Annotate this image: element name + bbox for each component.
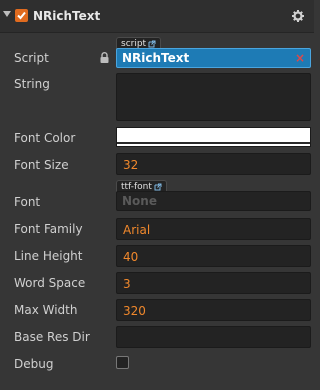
font-size-input[interactable]: 32 — [116, 153, 311, 175]
string-textarea[interactable] — [116, 73, 311, 121]
external-link-icon[interactable] — [148, 40, 156, 48]
external-link-icon[interactable] — [154, 183, 162, 191]
font-size-value: 32 — [123, 158, 139, 172]
line-height-input[interactable]: 40 — [116, 245, 311, 267]
lock-icon — [100, 52, 109, 63]
enable-checkbox[interactable] — [15, 9, 28, 22]
font-family-label: Font Family — [14, 222, 83, 236]
max-width-value: 320 — [123, 304, 146, 318]
font-asset-value: None — [122, 194, 157, 208]
base-res-dir-input[interactable] — [116, 326, 311, 348]
alpha-bar — [117, 142, 310, 144]
debug-checkbox[interactable] — [116, 356, 129, 369]
script-field[interactable]: NRichText × — [116, 48, 311, 68]
font-size-label: Font Size — [14, 158, 69, 172]
word-space-input[interactable]: 3 — [116, 272, 311, 294]
debug-label: Debug — [14, 357, 54, 371]
max-width-input[interactable]: 320 — [116, 299, 311, 321]
component-title: NRichText — [33, 9, 101, 23]
collapse-triangle-icon[interactable] — [3, 11, 11, 17]
font-label: Font — [14, 195, 41, 209]
font-color-swatch[interactable] — [116, 127, 311, 147]
component-header[interactable]: NRichText — [0, 0, 314, 33]
gear-icon[interactable] — [292, 10, 304, 22]
font-color-label: Font Color — [14, 131, 76, 145]
word-space-value: 3 — [123, 277, 131, 291]
font-family-value: Arial — [123, 223, 151, 237]
clear-icon[interactable]: × — [295, 51, 305, 65]
line-height-label: Line Height — [14, 249, 83, 263]
string-label: String — [14, 77, 50, 91]
script-label: Script — [14, 51, 49, 65]
script-value: NRichText — [122, 51, 190, 65]
checkmark-icon — [17, 11, 26, 20]
font-asset-field[interactable]: None — [116, 191, 311, 211]
font-family-input[interactable]: Arial — [116, 218, 311, 240]
max-width-label: Max Width — [14, 303, 78, 317]
base-res-dir-label: Base Res Dir — [14, 330, 90, 344]
line-height-value: 40 — [123, 250, 139, 264]
word-space-label: Word Space — [14, 276, 86, 290]
